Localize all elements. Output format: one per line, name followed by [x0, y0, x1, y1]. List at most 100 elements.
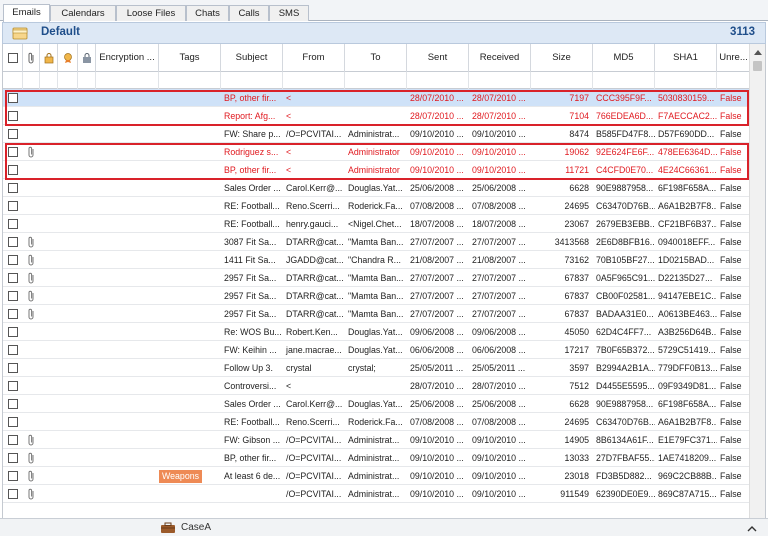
- table-row[interactable]: BP, other fir... /O=PCVITAI... Administrat…: [3, 449, 751, 467]
- cell-unread: False: [720, 273, 742, 283]
- attachment-icon: [28, 470, 34, 482]
- filter-cell[interactable]: [3, 72, 23, 89]
- table-row[interactable]: 3087 Fit Sa... DTARR@cat... "Mamta Ban... 2…: [3, 233, 751, 251]
- filter-cell[interactable]: [159, 72, 221, 89]
- row-checkbox[interactable]: [8, 183, 18, 193]
- cell-size: 24695: [564, 417, 589, 427]
- filter-cell[interactable]: [655, 72, 717, 89]
- table-row[interactable]: Report: Afg... <28/07/2010 ... 28/07/2010 …: [3, 107, 751, 125]
- table-row[interactable]: Sales Order ... Carol.Kerr@... Douglas.Yat…: [3, 179, 751, 197]
- cell-received: 09/10/2010 ...: [472, 129, 526, 139]
- table-row[interactable]: BP, other fir... < Administrator 09/10/2010…: [3, 161, 751, 179]
- case-label[interactable]: CaseA: [181, 522, 211, 533]
- table-row[interactable]: Re: WOS Bu... Robert.Ken... Douglas.Yat...…: [3, 323, 751, 341]
- scroll-up-icon[interactable]: [754, 50, 762, 55]
- row-checkbox[interactable]: [8, 327, 18, 337]
- filter-row[interactable]: [3, 72, 751, 89]
- table-row[interactable]: 2957 Fit Sa... DTARR@cat... "Mamta Ban... 2…: [3, 287, 751, 305]
- filter-cell[interactable]: [531, 72, 593, 89]
- row-checkbox[interactable]: [8, 417, 18, 427]
- row-checkbox[interactable]: [8, 93, 18, 103]
- filter-cell[interactable]: [469, 72, 531, 89]
- row-checkbox[interactable]: [8, 489, 18, 499]
- cell-size: 911549: [560, 489, 589, 499]
- table-row[interactable]: FW: Keihin ... jane.macrae... Douglas.Yat.…: [3, 341, 751, 359]
- row-checkbox[interactable]: [8, 273, 18, 283]
- cell-unread: False: [720, 255, 742, 265]
- table-row[interactable]: 1411 Fit Sa... JGADD@cat... "Chandra R... 2…: [3, 251, 751, 269]
- row-checkbox[interactable]: [8, 219, 18, 229]
- header-sha1[interactable]: SHA1: [655, 44, 717, 72]
- table-row[interactable]: RE: Football... Reno.Scerri... Roderick.Fa…: [3, 413, 751, 431]
- table-row[interactable]: Controversi... <28/07/2010 ... 28/07/2010 …: [3, 377, 751, 395]
- row-checkbox[interactable]: [8, 165, 18, 175]
- row-checkbox[interactable]: [8, 363, 18, 373]
- vertical-scrollbar[interactable]: [749, 44, 765, 518]
- table-row[interactable]: Sales Order ... Carol.Kerr@... Douglas.Yat…: [3, 395, 751, 413]
- row-checkbox[interactable]: [8, 201, 18, 211]
- header-subject[interactable]: Subject: [221, 44, 283, 72]
- filter-cell[interactable]: [407, 72, 469, 89]
- table-row[interactable]: 2957 Fit Sa... DTARR@cat... "Mamta Ban... 2…: [3, 305, 751, 323]
- header-to[interactable]: To: [345, 44, 407, 72]
- header-select-all[interactable]: [3, 44, 23, 72]
- tab-emails[interactable]: Emails: [3, 4, 50, 22]
- tab-chats[interactable]: Chats: [186, 5, 229, 21]
- header-encryption[interactable]: Encryption ...: [96, 44, 159, 72]
- header-encrypted[interactable]: [78, 44, 96, 72]
- filter-cell[interactable]: [23, 72, 40, 89]
- row-checkbox[interactable]: [8, 111, 18, 121]
- filter-cell[interactable]: [221, 72, 283, 89]
- filter-cell[interactable]: [78, 72, 96, 89]
- chevron-up-icon[interactable]: [747, 524, 757, 534]
- header-size[interactable]: Size: [531, 44, 593, 72]
- table-row[interactable]: RE: Football... henry.gauci... <Nigel.Chet…: [3, 215, 751, 233]
- row-checkbox[interactable]: [8, 291, 18, 301]
- scroll-thumb[interactable]: [753, 61, 762, 71]
- table-row[interactable]: FW: Gibson ... /O=PCVITAI... Administrat..…: [3, 431, 751, 449]
- header-attachment[interactable]: [23, 44, 40, 72]
- row-checkbox[interactable]: [8, 129, 18, 139]
- row-checkbox[interactable]: [8, 345, 18, 355]
- header-lock[interactable]: [40, 44, 58, 72]
- row-checkbox[interactable]: [8, 255, 18, 265]
- tab-calendars[interactable]: Calendars: [50, 5, 116, 21]
- filter-cell[interactable]: [96, 72, 159, 89]
- tab-sms[interactable]: SMS: [269, 5, 309, 21]
- header-sent[interactable]: Sent: [407, 44, 469, 72]
- table-row[interactable]: Follow Up 3. crystal crystal; 25/05/2011 ..…: [3, 359, 751, 377]
- view-title: Default: [41, 26, 80, 38]
- table-row[interactable]: FW: Share p... /O=PCVITAI... Administrat..…: [3, 125, 751, 143]
- header-from[interactable]: From: [283, 44, 345, 72]
- header-received[interactable]: Received: [469, 44, 531, 72]
- filter-cell[interactable]: [593, 72, 655, 89]
- filter-cell[interactable]: [58, 72, 78, 89]
- filter-cell[interactable]: [283, 72, 345, 89]
- header-tags[interactable]: Tags: [159, 44, 221, 72]
- tab-loose-files[interactable]: Loose Files: [116, 5, 186, 21]
- row-checkbox[interactable]: [8, 471, 18, 481]
- row-checkbox[interactable]: [8, 453, 18, 463]
- table-row[interactable]: 2957 Fit Sa... DTARR@cat... "Mamta Ban... 2…: [3, 269, 751, 287]
- table-row[interactable]: BP, other fir... <28/07/2010 ... 28/07/201…: [3, 89, 751, 107]
- select-all-checkbox[interactable]: [8, 53, 18, 63]
- cell-sent: 09/10/2010 ...: [410, 147, 464, 157]
- filter-cell[interactable]: [345, 72, 407, 89]
- table-row[interactable]: /O=PCVITAI... Administrat... 09/10/2010 ..…: [3, 485, 751, 503]
- table-row[interactable]: RE: Football... Reno.Scerri... Roderick.Fa…: [3, 197, 751, 215]
- row-checkbox[interactable]: [8, 147, 18, 157]
- row-checkbox[interactable]: [8, 309, 18, 319]
- table-row[interactable]: Rodriguez s... < Administrator 09/10/2010 .…: [3, 143, 751, 161]
- table-row[interactable]: Weapons At least 6 de... /O=PCVITAI... Admi…: [3, 467, 751, 485]
- header-unread[interactable]: Unre...: [717, 44, 751, 72]
- row-checkbox[interactable]: [8, 399, 18, 409]
- header-md5[interactable]: MD5: [593, 44, 655, 72]
- tab-calls[interactable]: Calls: [229, 5, 269, 21]
- filter-cell[interactable]: [717, 72, 751, 89]
- header-certificate[interactable]: [58, 44, 78, 72]
- row-checkbox[interactable]: [8, 435, 18, 445]
- row-checkbox[interactable]: [8, 237, 18, 247]
- filter-cell[interactable]: [40, 72, 58, 89]
- row-checkbox[interactable]: [8, 381, 18, 391]
- tag-badge[interactable]: Weapons: [159, 470, 203, 483]
